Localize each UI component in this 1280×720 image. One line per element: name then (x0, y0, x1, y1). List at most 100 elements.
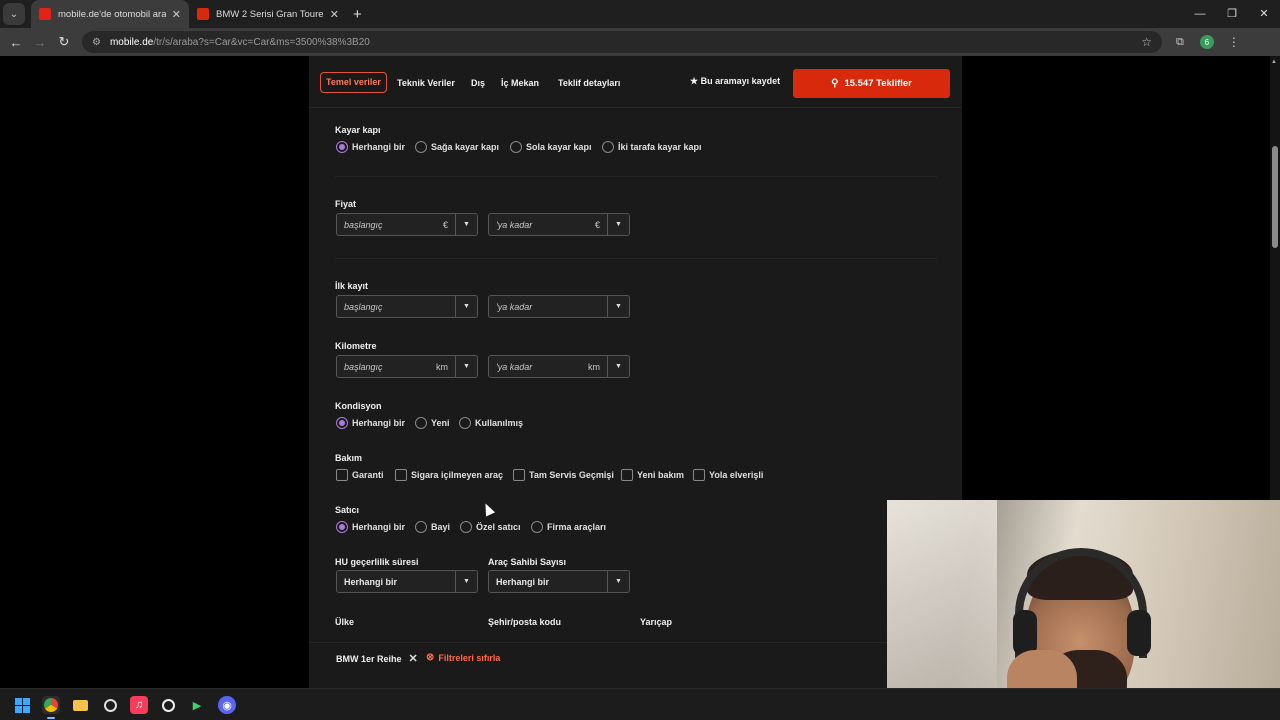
radio-condition-used[interactable]: Kullanılmış (459, 417, 523, 429)
checkbox-full-service-history[interactable]: Tam Servis Geçmişi (513, 469, 614, 481)
chevron-down-icon[interactable]: ▼ (455, 214, 477, 235)
play-app-icon[interactable]: ▶ (188, 696, 206, 714)
chevron-down-icon[interactable]: ▼ (607, 356, 629, 377)
extensions-icon[interactable]: ⧉ (1176, 36, 1184, 49)
mileage-unit: km (588, 361, 600, 372)
price-to-select[interactable]: 'ya kadar € ▼ (488, 213, 630, 236)
chevron-down-icon[interactable]: ▼ (607, 214, 629, 235)
tab-exterior[interactable]: Dış (471, 78, 485, 88)
offers-count-label: 15.547 Teklifler (844, 78, 912, 89)
chevron-down-icon[interactable]: ▼ (607, 571, 629, 592)
radio-seller-dealer[interactable]: Bayi (415, 521, 450, 533)
mileage-unit: km (436, 361, 448, 372)
radio-seller-private[interactable]: Özel satıcı (460, 521, 521, 533)
mileage-to-select[interactable]: 'ya kadar km ▼ (488, 355, 630, 378)
profile-avatar[interactable]: 6 (1199, 35, 1214, 49)
chevron-down-icon[interactable]: ▼ (455, 296, 477, 317)
first-registration-from-placeholder: başlangıç (344, 301, 383, 312)
scrollbar-thumb[interactable] (1272, 146, 1278, 248)
tab-search-icon[interactable]: ⌄ (3, 3, 25, 25)
discord-icon[interactable]: ◉ (218, 696, 236, 714)
hu-validity-select[interactable]: Herhangi bir ▼ (336, 570, 478, 593)
owners-select[interactable]: Herhangi bir ▼ (488, 570, 630, 593)
scroll-up-icon[interactable]: ▲ (1271, 59, 1277, 65)
restore-icon[interactable]: ❐ (1216, 0, 1248, 28)
tab-bmw[interactable]: BMW 2 Serisi Gran Tourer (F46) ✕ (189, 0, 347, 28)
radio-condition-any[interactable]: Herhangi bir (336, 417, 405, 429)
save-search-link[interactable]: ★ Bu aramayı kaydet (690, 76, 780, 87)
price-from-placeholder: başlangıç (344, 219, 383, 230)
radio-sliding-door-any[interactable]: Herhangi bir (336, 141, 405, 153)
price-from-select[interactable]: başlangıç € ▼ (336, 213, 478, 236)
radio-label: Herhangi bir (352, 418, 406, 428)
app-icon[interactable] (101, 696, 119, 714)
windows-start-icon[interactable] (13, 696, 31, 714)
chevron-down-icon[interactable]: ▼ (607, 296, 629, 317)
radio-dot (460, 521, 472, 533)
checkbox-box (395, 469, 407, 481)
maps-app-icon[interactable] (159, 696, 177, 714)
radio-label: Kullanılmış (475, 418, 524, 428)
url-path: /tr/s/araba?s=Car&vc=Car&ms=3500%38%3B20 (153, 36, 370, 48)
radio-label: Sola kayar kapı (526, 142, 592, 152)
new-tab-icon[interactable]: + (353, 6, 362, 23)
browser-tab-bar: ⌄ mobile.de'de otomobil araması ✕ BMW 2 … (0, 0, 1280, 28)
radio-dot (459, 417, 471, 429)
radio-label: Yeni (431, 418, 450, 428)
mileage-from-select[interactable]: başlangıç km ▼ (336, 355, 478, 378)
radio-sliding-door-both[interactable]: İki tarafa kayar kapı (602, 141, 702, 153)
radio-label: Firma araçları (547, 522, 607, 532)
radio-seller-any[interactable]: Herhangi bir (336, 521, 405, 533)
chrome-taskbar-icon[interactable] (42, 696, 60, 719)
music-app-icon[interactable]: ♫ (130, 696, 148, 714)
filter-chip[interactable]: BMW 1er Reihe ✕ (336, 652, 418, 665)
first-registration-to-select[interactable]: 'ya kadar ▼ (488, 295, 630, 318)
reset-filters-label: Filtreleri sıfırla (438, 652, 501, 663)
radio-label: İki tarafa kayar kapı (618, 142, 702, 152)
radio-seller-company[interactable]: Firma araçları (531, 521, 606, 533)
chevron-down-icon[interactable]: ▼ (455, 356, 477, 377)
browser-menu-icon[interactable]: ⋮ (1228, 35, 1240, 49)
close-tab-icon[interactable]: ✕ (330, 8, 339, 21)
radio-sliding-door-right[interactable]: Sağa kayar kapı (415, 141, 499, 153)
first-registration-to-placeholder: 'ya kadar (496, 301, 533, 312)
webcam-background (887, 500, 997, 720)
close-window-icon[interactable]: ✕ (1248, 0, 1280, 28)
close-tab-icon[interactable]: ✕ (172, 8, 181, 21)
active-filters-bar: BMW 1er Reihe ✕ ⊗ Filtreleri sıfırla (309, 642, 962, 688)
forward-icon[interactable]: → (28, 35, 52, 50)
radio-condition-new[interactable]: Yeni (415, 417, 450, 429)
remove-filter-icon[interactable]: ✕ (409, 652, 418, 665)
radio-dot (415, 141, 427, 153)
show-offers-button[interactable]: ⚲ 15.547 Teklifler (793, 69, 950, 98)
url-input[interactable]: ⚙ mobile.de/tr/s/araba?s=Car&vc=Car&ms=3… (82, 31, 1162, 53)
tab-technical-data[interactable]: Teknik Veriler (397, 78, 455, 88)
file-explorer-icon[interactable] (71, 696, 89, 714)
radio-dot (336, 141, 348, 153)
checkbox-label: Tam Servis Geçmişi (529, 470, 614, 480)
bookmark-star-icon[interactable]: ☆ (1141, 35, 1152, 49)
tab-title: BMW 2 Serisi Gran Tourer (F46) (216, 8, 324, 20)
tab-interior[interactable]: İç Mekan (501, 78, 539, 88)
chevron-down-icon[interactable]: ▼ (455, 571, 477, 592)
tab-offer-details[interactable]: Teklif detayları (558, 78, 620, 88)
tab-mobile-de[interactable]: mobile.de'de otomobil araması ✕ (31, 0, 189, 28)
back-icon[interactable]: ← (4, 35, 28, 50)
checkbox-roadworthy[interactable]: Yola elverişli (693, 469, 763, 481)
radio-label: Herhangi bir (352, 522, 406, 532)
checkbox-warranty[interactable]: Garanti (336, 469, 384, 481)
reload-icon[interactable]: ↻ (52, 34, 76, 50)
reset-filters-link[interactable]: ⊗ Filtreleri sıfırla (426, 652, 500, 663)
checkbox-non-smoker[interactable]: Sigara içilmeyen araç (395, 469, 503, 481)
site-info-icon[interactable]: ⚙ (92, 37, 101, 48)
radio-dot (415, 521, 427, 533)
radio-sliding-door-left[interactable]: Sola kayar kapı (510, 141, 592, 153)
minimize-icon[interactable]: — (1184, 0, 1216, 28)
price-currency: € (442, 219, 448, 230)
city-label: Şehir/posta kodu (488, 617, 562, 627)
tab-basic-data[interactable]: Temel veriler (320, 72, 387, 93)
first-registration-from-select[interactable]: başlangıç ▼ (336, 295, 478, 318)
checkbox-new-service[interactable]: Yeni bakım (621, 469, 684, 481)
window-controls: — ❐ ✕ (1184, 0, 1280, 28)
filter-chip-label: BMW 1er Reihe (336, 653, 402, 664)
